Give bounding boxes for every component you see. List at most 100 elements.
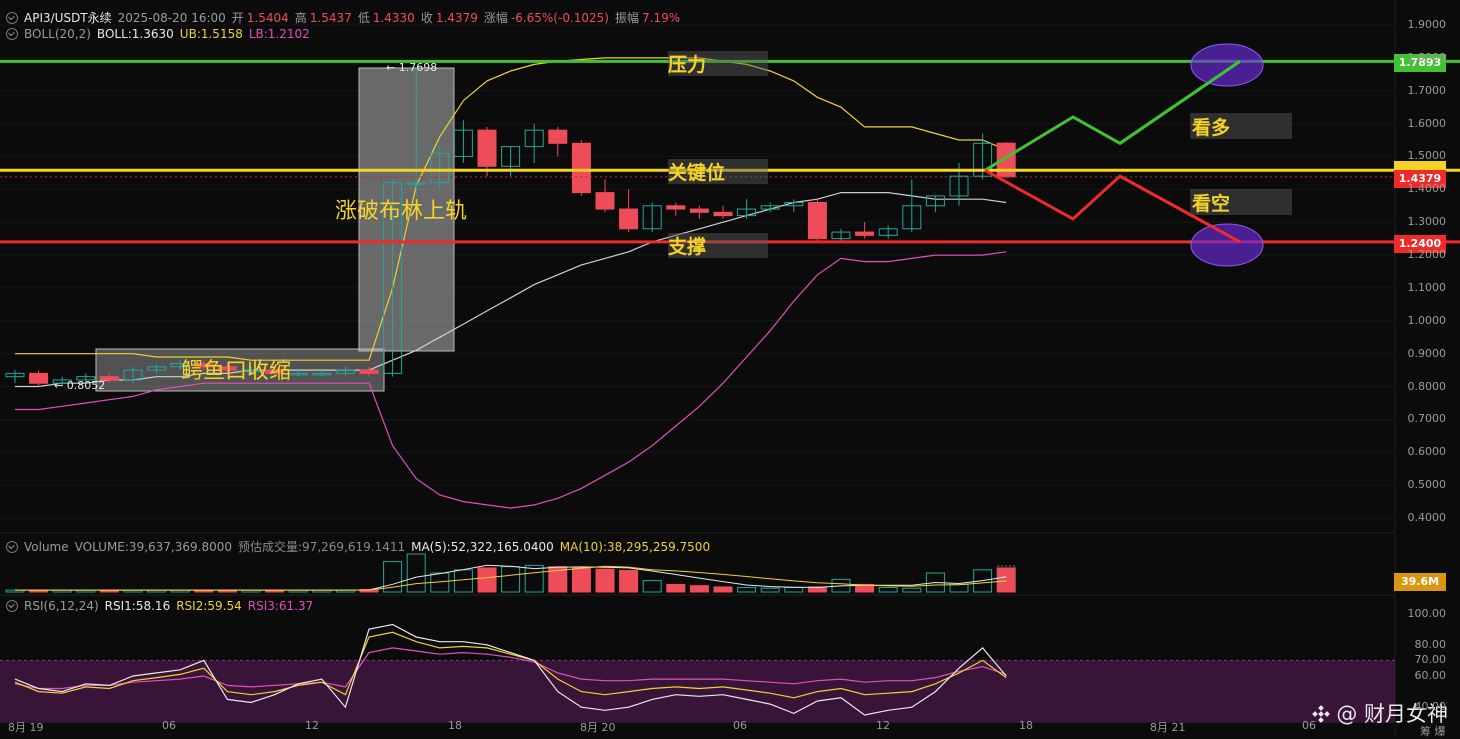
collapse-icon[interactable]	[6, 600, 18, 612]
high-label: 高	[294, 11, 307, 25]
volume-bar	[949, 583, 969, 593]
candle-body	[713, 211, 733, 217]
candle-body	[548, 129, 568, 144]
low-label: 低	[357, 11, 370, 25]
x-tick-label: 18	[1019, 719, 1033, 732]
volume-bar	[406, 553, 426, 593]
volume-bar	[713, 586, 733, 593]
x-tick-label: 06	[1302, 719, 1316, 732]
change-label: 涨幅	[483, 11, 508, 25]
y-tick-label: 1.9000	[1407, 18, 1447, 31]
open-value: 1.5404	[246, 10, 289, 25]
volume-bar	[760, 587, 780, 593]
boll-legend: BOLL(20,2) BOLL:1.3630 UB:1.5158 LB:1.21…	[6, 27, 310, 41]
x-tick-label: 06	[733, 719, 747, 732]
boll-lb: LB:1.2102	[248, 27, 310, 41]
volume-bar	[737, 587, 757, 593]
target-ellipse-bull	[1190, 43, 1264, 87]
candle-body	[477, 129, 497, 167]
volume-bar	[666, 583, 686, 593]
volume-tag: 39.6M	[1394, 573, 1446, 591]
candle-body	[359, 369, 379, 374]
rsi3-value: RSI3:61.37	[247, 599, 314, 613]
volume-estimate: 预估成交量:97,269,619.1411	[238, 540, 406, 554]
rsi-tick-label: 80.00	[1414, 637, 1447, 651]
volume-bar	[595, 568, 615, 593]
close-label: 收	[420, 11, 433, 25]
collapse-icon[interactable]	[6, 540, 18, 553]
bull-label: 看多	[1192, 117, 1231, 139]
y-tick-label: 0.7000	[1407, 412, 1447, 426]
rsi-name: RSI(6,12,24)	[24, 599, 99, 613]
candle-body	[666, 205, 686, 210]
datetime: 2025-08-20 16:00	[117, 10, 226, 25]
candle-body	[855, 231, 875, 236]
y-tick-label: 0.9000	[1407, 346, 1447, 360]
collapse-icon[interactable]	[6, 28, 18, 40]
y-tick-label: 0.4000	[1407, 511, 1447, 524]
volume-bar	[902, 587, 922, 593]
target-ellipse-bear	[1190, 223, 1264, 267]
y-tick-label: 0.8000	[1407, 379, 1447, 393]
rsi-tick-label: 40.00	[1414, 700, 1447, 714]
volume-bar	[689, 585, 709, 593]
y-tick-label: 1.6000	[1407, 116, 1447, 130]
candle-body	[689, 208, 709, 213]
breakout-label: 涨破布林上轨	[335, 199, 468, 224]
volume-bar	[453, 569, 473, 593]
volume-name: Volume	[24, 539, 69, 554]
candle-body	[29, 372, 49, 384]
x-tick-label: 18	[448, 719, 462, 732]
volume-bar	[477, 567, 497, 593]
y-tick-label: 1.5000	[1407, 149, 1447, 163]
pressure-label: 压力	[668, 54, 707, 76]
boll-upper-line	[15, 57, 1007, 361]
open-label: 开	[231, 11, 244, 25]
boll-name: BOLL(20,2)	[24, 27, 91, 41]
x-tick-label: 12	[876, 719, 890, 732]
collapse-icon[interactable]	[6, 11, 18, 24]
key-level-label: 关键位	[668, 162, 726, 184]
volume-bar	[571, 567, 591, 593]
rsi-legend: RSI(6,12,24) RSI1:58.16 RSI2:59.54 RSI3:…	[6, 599, 313, 613]
y-tick-label: 1.1000	[1407, 280, 1447, 294]
x-tick-label: 8月 20	[580, 721, 616, 734]
low-value: 1.4330	[372, 10, 415, 25]
y-tick-label: 1.0000	[1407, 313, 1447, 327]
y-tick-label: 1.8000	[1407, 50, 1447, 64]
y-tick-label: 1.2000	[1407, 248, 1447, 262]
rsi2-value: RSI2:59.54	[176, 599, 242, 613]
high-value: 1.5437	[309, 10, 352, 25]
y-tick-label: 1.3000	[1407, 215, 1447, 229]
symbol-name: API3/USDT永续	[24, 11, 112, 25]
candle-body	[807, 201, 827, 240]
x-tick-label: 06	[162, 719, 176, 732]
rsi-tick-label: 60.00	[1414, 669, 1447, 682]
change-value: -6.65%(-0.1025)	[510, 10, 609, 25]
x-tick-label: 12	[305, 719, 319, 732]
close-value: 1.4379	[435, 10, 478, 25]
x-tick-label: 8月 19	[8, 721, 44, 734]
x-tick-label: 8月 21	[1150, 721, 1186, 734]
boll-ub: UB:1.5158	[179, 27, 243, 41]
boll-value: BOLL:1.3630	[96, 27, 174, 41]
volume-value: VOLUME:39,637,369.8000	[74, 539, 232, 554]
support-label: 支撑	[668, 236, 707, 258]
amp-label: 振幅	[615, 11, 640, 25]
volume-ma10: MA(10):38,295,259.7500	[559, 539, 711, 554]
rsi-tick-label: 70.00	[1414, 653, 1447, 667]
squeeze-label: 鳄鱼口收缩	[181, 359, 292, 384]
volume-bar	[619, 569, 639, 593]
volume-bar	[524, 564, 544, 593]
low-marker: ← 0.8052	[54, 379, 106, 392]
y-tick-label: 1.4000	[1407, 182, 1447, 196]
candle-body	[571, 142, 591, 194]
rsi-tick-label: 100.00	[1407, 606, 1447, 620]
volume-bar	[784, 587, 804, 593]
volume-bar	[501, 566, 521, 593]
volume-ma5: MA(5):52,322,165.0400	[411, 539, 554, 554]
amp-value: 7.19%	[642, 10, 681, 25]
high-marker: ← 1.7698	[386, 61, 438, 74]
volume-bar	[878, 587, 898, 593]
y-tick-label: 1.7000	[1407, 83, 1447, 97]
